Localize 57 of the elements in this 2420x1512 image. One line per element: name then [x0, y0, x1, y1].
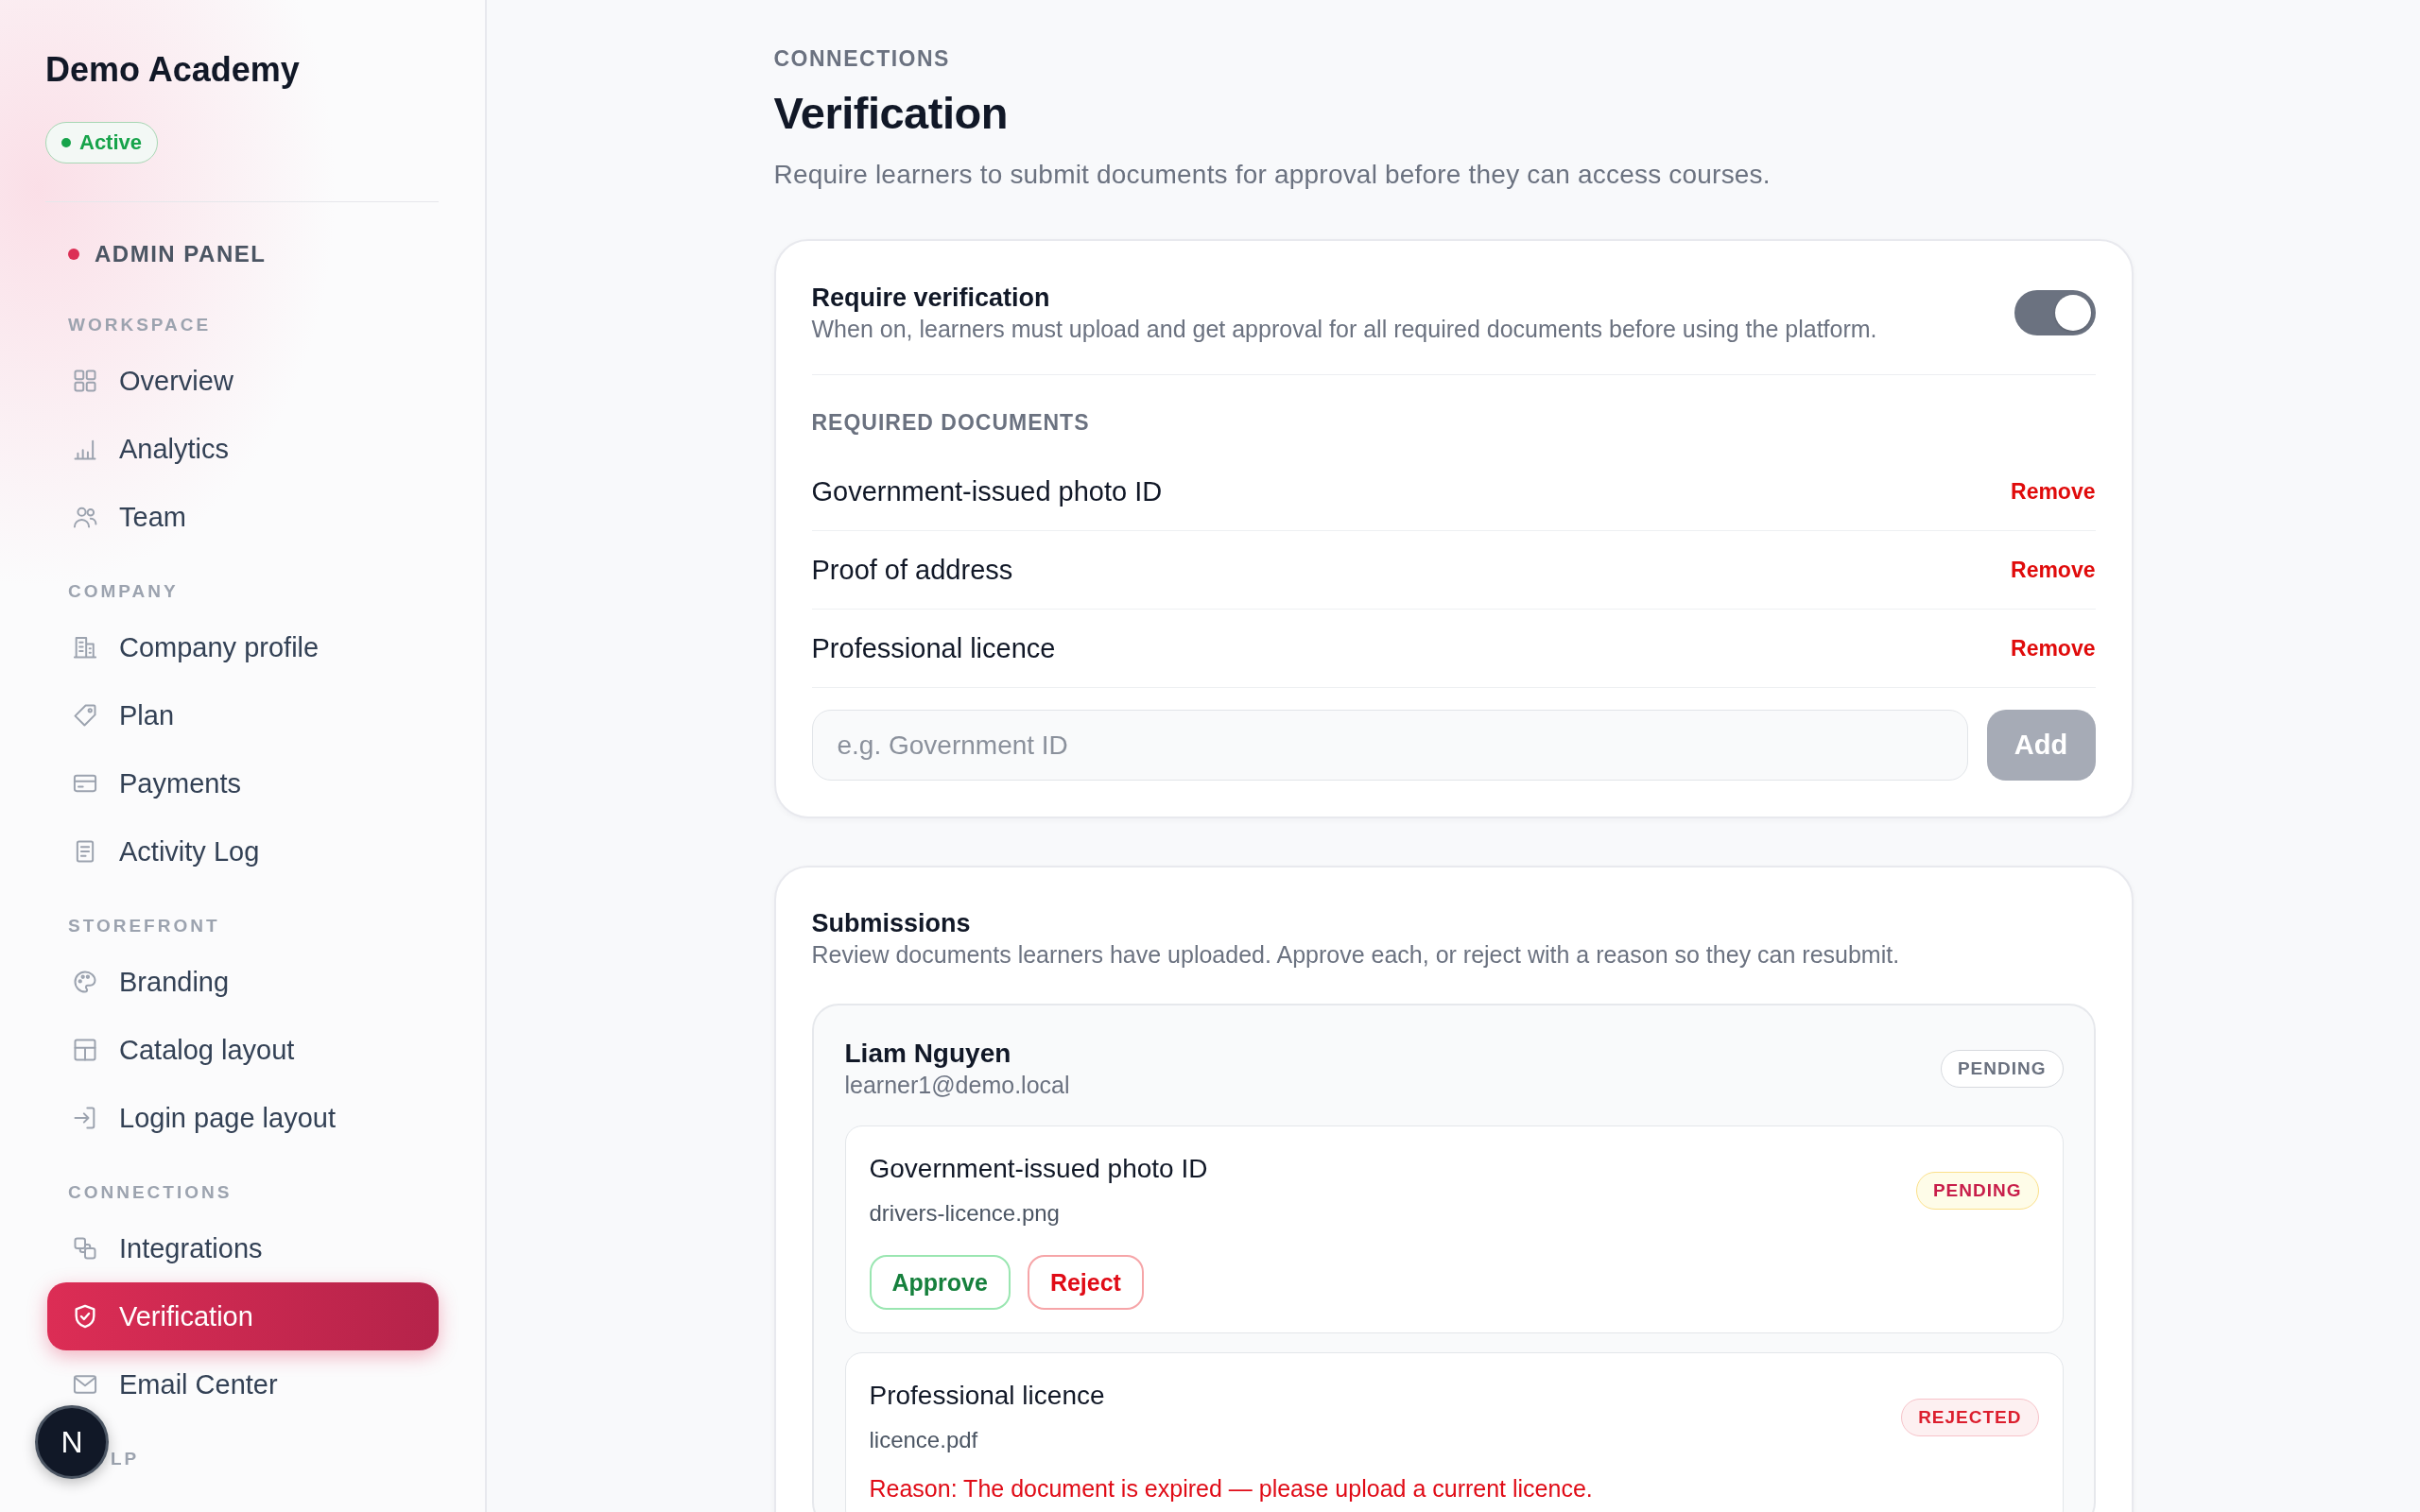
toggle-switch[interactable]	[2014, 290, 2096, 335]
layout-icon	[72, 1037, 98, 1063]
nav-item[interactable]: Catalog layout	[47, 1016, 439, 1084]
nav-item[interactable]: Plan	[47, 681, 439, 749]
building-icon	[72, 634, 98, 661]
status-pill: REJECTED	[1901, 1399, 2039, 1436]
approve-button[interactable]: Approve	[869, 1255, 1011, 1310]
floating-button[interactable]: N	[35, 1405, 109, 1479]
nav-item[interactable]: Payments	[47, 749, 439, 817]
learner-name: Liam Nguyen	[844, 1038, 1011, 1070]
card-description: Review documents learners have uploaded. Approve each, or reject with a reason so they can resubmit.	[811, 940, 1900, 970]
status-dot-icon	[68, 249, 79, 260]
grid-icon	[72, 368, 98, 394]
section-label: COMPANY	[68, 580, 179, 603]
linked-squares-icon	[72, 1235, 98, 1262]
setting-title: Require verification	[811, 283, 1050, 314]
eyebrow-label: CONNECTIONS	[773, 45, 950, 72]
tag-icon	[72, 702, 98, 729]
remove-link[interactable]: Remove	[2011, 635, 2096, 662]
section-label: LP	[111, 1448, 140, 1470]
document-title: Government-issued photo ID	[869, 1153, 1208, 1185]
page-title: Verification	[773, 87, 1008, 140]
documents-heading: REQUIRED DOCUMENTS	[811, 409, 1090, 436]
nav-item[interactable]: Company profile	[47, 613, 439, 681]
nav-item[interactable]: Activity Log	[47, 817, 439, 885]
document-title: Professional licence	[869, 1380, 1105, 1412]
status-pill: PENDING	[1940, 1050, 2064, 1088]
rejection-reason: Reason: The document is expired — please upload a current licence.	[869, 1474, 1593, 1503]
remove-link[interactable]: Remove	[2011, 557, 2096, 583]
setting-description: When on, learners must upload and get approval for all required documents before using the platform.	[811, 315, 1877, 344]
status-label: Active	[79, 130, 143, 155]
brand-name: Demo Academy	[45, 49, 300, 91]
reject-button[interactable]: Reject	[1027, 1255, 1144, 1310]
learner-email: learner1@demo.local	[844, 1071, 1070, 1100]
nav-item[interactable]: Verification	[47, 1282, 439, 1350]
palette-icon	[72, 969, 98, 995]
file-name: licence.pdf	[869, 1426, 978, 1454]
nav-item[interactable]: Analytics	[47, 415, 439, 483]
card-title: Submissions	[811, 908, 971, 939]
status-dot-icon	[61, 138, 71, 147]
panel-label: ADMIN PANEL	[95, 241, 267, 267]
document-name: Government-issued photo ID	[811, 475, 1163, 507]
document-name: Proof of address	[811, 554, 1013, 586]
nav-item[interactable]: Login page layout	[47, 1084, 439, 1152]
section-label: STOREFRONT	[68, 915, 220, 937]
section-label: CONNECTIONS	[68, 1181, 233, 1204]
nav-item[interactable]: Integrations	[47, 1214, 439, 1282]
nav-item[interactable]: Branding	[47, 948, 439, 1016]
nav-item[interactable]: Team	[47, 483, 439, 551]
document-name-input[interactable]: e.g. Government ID	[811, 710, 1968, 781]
nav-item[interactable]: Overview	[47, 347, 439, 415]
document-name: Professional licence	[811, 632, 1056, 664]
page-subtitle: Require learners to submit documents for approval before they can access courses.	[773, 159, 1771, 191]
section-label: WORKSPACE	[68, 314, 212, 336]
file-name: drivers-licence.png	[869, 1199, 1060, 1228]
status-pill: PENDING	[1915, 1172, 2039, 1210]
remove-link[interactable]: Remove	[2011, 478, 2096, 505]
